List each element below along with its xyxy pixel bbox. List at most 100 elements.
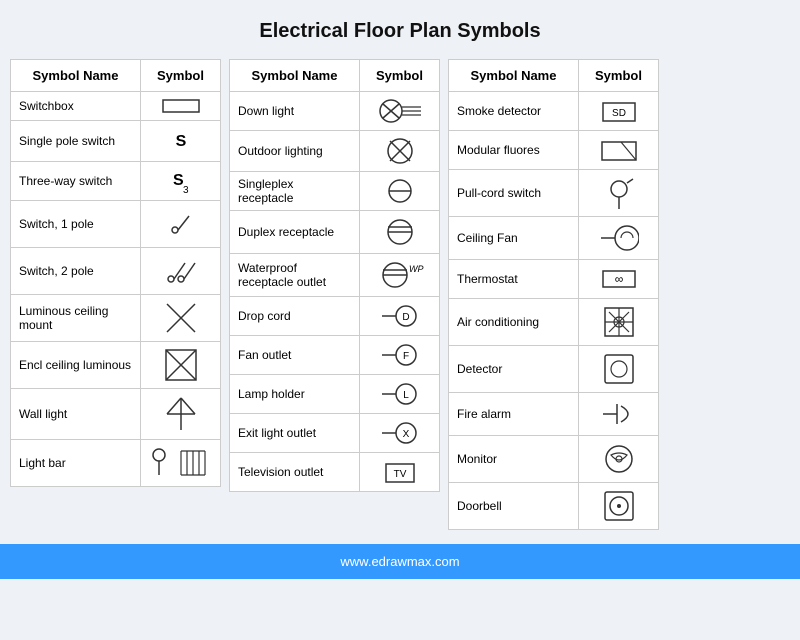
row-name: Single pole switch — [11, 121, 141, 162]
svg-text:F: F — [402, 351, 408, 362]
row-name: Thermostat — [449, 260, 579, 299]
row-name: Air conditioning — [449, 299, 579, 346]
row-name: Drop cord — [230, 297, 360, 336]
table-row: Lamp holder L — [230, 375, 440, 414]
table-row: Luminous ceiling mount — [11, 295, 221, 342]
table-row: Modular fluores — [449, 131, 659, 170]
table-3: Symbol Name Symbol Smoke detector SD Mod… — [448, 59, 659, 530]
row-symbol — [141, 389, 221, 440]
row-name: Smoke detector — [449, 92, 579, 131]
row-name: Light bar — [11, 440, 141, 487]
table-row: Encl ceiling luminous — [11, 342, 221, 389]
t2-col1-header: Symbol Name — [230, 60, 360, 92]
row-symbol — [141, 92, 221, 121]
table-row: Waterproof receptacle outlet WP — [230, 254, 440, 297]
row-symbol — [579, 346, 659, 393]
table-row: Pull-cord switch — [449, 170, 659, 217]
row-symbol — [141, 248, 221, 295]
table-row: Switchbox — [11, 92, 221, 121]
table-row: Monitor — [449, 436, 659, 483]
table-row: Doorbell — [449, 483, 659, 530]
svg-text:X: X — [402, 429, 409, 440]
row-name: Modular fluores — [449, 131, 579, 170]
row-symbol — [141, 295, 221, 342]
row-name: Switch, 2 pole — [11, 248, 141, 295]
t1-col1-header: Symbol Name — [11, 60, 141, 92]
row-name: Lamp holder — [230, 375, 360, 414]
table-row: Single pole switch S — [11, 121, 221, 162]
table-row: Television outlet TV — [230, 453, 440, 492]
row-symbol — [141, 342, 221, 389]
page-title: Electrical Floor Plan Symbols — [259, 20, 540, 43]
row-name: Fan outlet — [230, 336, 360, 375]
row-symbol — [579, 393, 659, 436]
row-symbol: L — [360, 375, 440, 414]
row-symbol — [141, 440, 221, 487]
row-name: Three-way switch — [11, 162, 141, 201]
table-row: Air conditioning — [449, 299, 659, 346]
svg-text:∞: ∞ — [614, 272, 623, 286]
row-name: Duplex receptacle — [230, 211, 360, 254]
row-name: Singleplex receptacle — [230, 172, 360, 211]
svg-text:S: S — [175, 133, 186, 150]
row-symbol: SD — [579, 92, 659, 131]
row-name: Ceiling Fan — [449, 217, 579, 260]
row-symbol — [141, 201, 221, 248]
table-row: Fire alarm — [449, 393, 659, 436]
table-row: Switch, 2 pole — [11, 248, 221, 295]
footer-bar: www.edrawmax.com — [0, 544, 800, 579]
t3-col1-header: Symbol Name — [449, 60, 579, 92]
row-name: Exit light outlet — [230, 414, 360, 453]
table-row: Drop cord D — [230, 297, 440, 336]
svg-text:WP: WP — [409, 264, 424, 274]
svg-text:D: D — [402, 312, 409, 323]
table-row: Thermostat ∞ — [449, 260, 659, 299]
table-row: Down light — [230, 92, 440, 131]
row-name: Doorbell — [449, 483, 579, 530]
row-symbol: X — [360, 414, 440, 453]
row-name: Monitor — [449, 436, 579, 483]
row-symbol — [579, 299, 659, 346]
table-row: Wall light — [11, 389, 221, 440]
row-name: Television outlet — [230, 453, 360, 492]
t3-col2-header: Symbol — [579, 60, 659, 92]
table-row: Smoke detector SD — [449, 92, 659, 131]
row-name: Down light — [230, 92, 360, 131]
row-name: Fire alarm — [449, 393, 579, 436]
table-row: Duplex receptacle — [230, 211, 440, 254]
svg-text:SD: SD — [612, 108, 626, 119]
svg-text:TV: TV — [393, 469, 406, 480]
row-symbol — [360, 131, 440, 172]
row-symbol — [360, 172, 440, 211]
row-symbol — [579, 131, 659, 170]
table-row: Exit light outlet X — [230, 414, 440, 453]
row-name: Waterproof receptacle outlet — [230, 254, 360, 297]
table-row: Ceiling Fan — [449, 217, 659, 260]
row-symbol: TV — [360, 453, 440, 492]
table-row: Light bar — [11, 440, 221, 487]
svg-text:L: L — [403, 390, 409, 401]
table-2: Symbol Name Symbol Down light — [229, 59, 440, 492]
svg-text:3: 3 — [183, 185, 189, 195]
row-name: Pull-cord switch — [449, 170, 579, 217]
row-symbol: S 3 — [141, 162, 221, 201]
row-symbol — [579, 436, 659, 483]
table-row: Fan outlet F — [230, 336, 440, 375]
table-row: Singleplex receptacle — [230, 172, 440, 211]
row-name: Switch, 1 pole — [11, 201, 141, 248]
row-name: Encl ceiling luminous — [11, 342, 141, 389]
footer-text: www.edrawmax.com — [340, 554, 459, 569]
row-symbol: S — [141, 121, 221, 162]
table-row: Three-way switch S 3 — [11, 162, 221, 201]
row-symbol — [360, 92, 440, 131]
row-name: Switchbox — [11, 92, 141, 121]
table-1: Symbol Name Symbol Switchbox Single pole… — [10, 59, 221, 487]
table-row: Detector — [449, 346, 659, 393]
table-row: Outdoor lighting — [230, 131, 440, 172]
row-name: Detector — [449, 346, 579, 393]
row-symbol — [579, 170, 659, 217]
table-row: Switch, 1 pole — [11, 201, 221, 248]
row-symbol: ∞ — [579, 260, 659, 299]
row-name: Wall light — [11, 389, 141, 440]
t1-col2-header: Symbol — [141, 60, 221, 92]
